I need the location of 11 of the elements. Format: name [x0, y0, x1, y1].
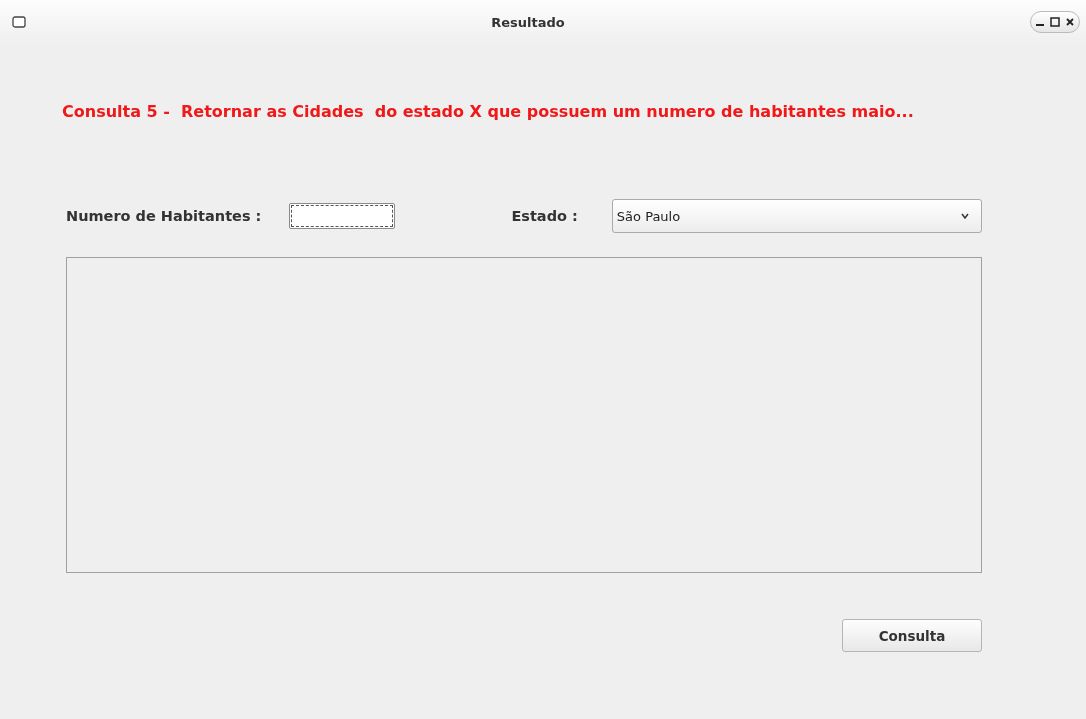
maximize-icon — [1050, 17, 1060, 27]
window-title: Resultado — [491, 14, 565, 30]
consulta-button[interactable]: Consulta — [842, 619, 982, 652]
estado-label: Estado : — [511, 208, 578, 224]
window-icon — [12, 16, 26, 28]
estado-dropdown[interactable]: São Paulo — [611, 199, 982, 233]
habitantes-label: Numero de Habitantes : — [66, 208, 262, 224]
habitantes-input[interactable] — [289, 203, 396, 229]
close-icon — [1066, 18, 1074, 26]
query-heading: Consulta 5 - Retornar as Cidades do estado X que possuem um numero de habitantes maio... — [62, 102, 915, 121]
caret-icon — [961, 213, 969, 219]
